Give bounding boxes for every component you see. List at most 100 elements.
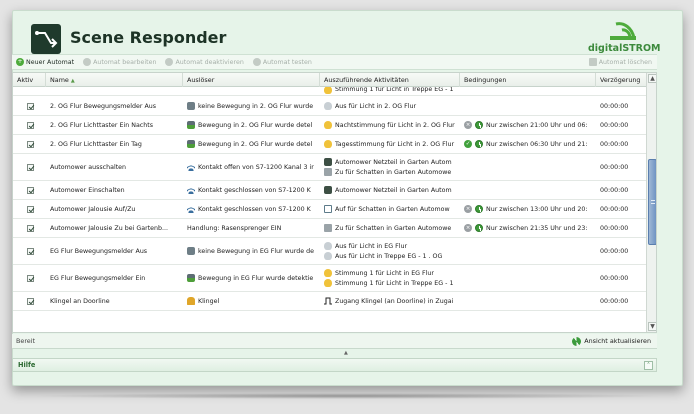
table-row[interactable]: Klingel an Doorline Klingel Zugang Klingel… — [13, 292, 646, 311]
action-text: Stimmung 1 für Licht in EG Flur — [335, 269, 435, 277]
action-line: Automower Netzteil in Garten Autom — [324, 186, 452, 194]
pulse-icon — [324, 297, 332, 305]
active-checkbox[interactable] — [27, 224, 34, 232]
scroll-down-arrow-icon[interactable]: ▼ — [648, 322, 656, 331]
delete-automat-button[interactable]: Automat löschen — [585, 55, 657, 69]
deactivate-automat-label: Automat deaktivieren — [175, 58, 244, 66]
action-line: Automower Netzteil in Garten Autom — [324, 158, 452, 166]
deactivate-automat-button[interactable]: Automat deaktivieren — [161, 55, 248, 69]
active-checkbox[interactable] — [27, 140, 34, 148]
conditions-cell — [460, 265, 596, 291]
splitter-handle-icon[interactable]: ▲ — [344, 350, 348, 356]
active-checkbox[interactable] — [27, 297, 34, 305]
name-cell: Automower Einschalten — [46, 181, 183, 199]
automat-name: Automower Jalousie Zu bei Gartenb... — [50, 224, 169, 232]
active-checkbox[interactable] — [27, 121, 34, 129]
aktiv-cell — [13, 200, 46, 218]
column-header-name[interactable]: Name ▲ — [46, 73, 183, 87]
action-text: Zu für Schatten in Garten Automowe — [335, 224, 452, 232]
active-checkbox[interactable] — [27, 186, 34, 194]
bulb-icon — [324, 87, 332, 94]
automat-table: Aktiv Name ▲ Auslöser Auszuführende Aktiv… — [12, 72, 657, 333]
sensor-icon — [187, 186, 195, 194]
actions-cell: Nachtstimmung für Licht in 2. OG Flur — [320, 116, 460, 134]
action-line: Zu für Schatten in Garten Automowe — [324, 224, 451, 232]
scrollbar-thumb[interactable] — [648, 159, 656, 245]
column-header-delay[interactable]: Verzögerung — [596, 73, 646, 87]
automat-name: Automower Einschalten — [50, 186, 125, 194]
delete-automat-label: Automat löschen — [598, 58, 652, 66]
bulb-icon — [324, 269, 332, 277]
expand-help-icon[interactable]: ⌃ — [644, 360, 653, 370]
trigger-cell: keine Bewegung in 2. OG Flur wurde — [183, 97, 320, 115]
name-cell: EG Flur Bewegungsmelder Ein — [46, 265, 183, 291]
action-text: Aus für Licht in Treppe EG - 1 . OG — [335, 252, 443, 260]
help-panel[interactable]: Hilfe ⌃ — [12, 358, 657, 372]
bulb-off-icon — [324, 242, 332, 250]
active-checkbox[interactable] — [27, 247, 34, 255]
table-row[interactable]: Automower ausschalten Kontakt offen von S… — [13, 154, 646, 181]
column-header-trigger[interactable]: Auslöser — [183, 73, 320, 87]
test-automat-button[interactable]: Automat testen — [249, 55, 317, 69]
action-text: Zu für Schatten in Garten Automowe — [335, 168, 452, 176]
table-row[interactable]: Automower Jalousie Zu bei Gartenb... Hand… — [13, 219, 646, 238]
column-header-aktiv[interactable]: Aktiv — [13, 73, 46, 87]
active-checkbox[interactable] — [27, 205, 34, 213]
action-line: Stimmung 1 für Licht in Treppe EG - 1 — [324, 87, 453, 94]
active-checkbox[interactable] — [27, 102, 34, 110]
actions-cell: Stimmung 1 für Licht in Treppe EG - 1 — [320, 87, 460, 95]
action-text: Automower Netzteil in Garten Autom — [335, 186, 452, 194]
new-automat-button[interactable]: + Neuer Automat — [12, 55, 79, 69]
delay-cell: 00:00:00 — [596, 292, 646, 310]
scrollbar-grip-icon — [651, 200, 655, 204]
action-text: Automower Netzteil in Garten Autom — [335, 158, 452, 166]
automat-name: 2. OG Flur Bewegungsmelder Aus — [50, 102, 157, 110]
help-title: Hilfe — [18, 361, 36, 369]
trigger-cell: Bewegung in 2. OG Flur wurde detel — [183, 116, 320, 134]
vertical-scrollbar[interactable]: ▲ ▼ — [646, 73, 656, 332]
active-checkbox[interactable] — [27, 274, 34, 282]
trigger-text: Handlung: Rasensprenger EIN — [187, 224, 282, 232]
actions-cell: Zugang Klingel (an Doorline) in Zugai — [320, 292, 460, 310]
name-cell: Automower ausschalten — [46, 154, 183, 180]
condition-text: Nur zwischen 06:30 Uhr und 21: — [486, 140, 588, 148]
column-header-conditions[interactable]: Bedingungen — [460, 73, 596, 87]
condition-text: Nur zwischen 13:00 Uhr und 20: — [486, 205, 588, 213]
grey-icon — [324, 224, 332, 232]
active-checkbox[interactable] — [27, 163, 34, 171]
plug-icon — [324, 186, 332, 194]
refresh-icon — [572, 336, 582, 346]
action-line: Tagesstimmung für Licht in 2. OG Flur — [324, 140, 454, 148]
trigger-cell: Kontakt geschlossen von S7-1200 K — [183, 181, 320, 199]
aktiv-cell — [13, 97, 46, 115]
condition-x-icon: × — [464, 224, 472, 232]
table-row[interactable]: Automower Jalousie Auf/Zu Kontakt geschlo… — [13, 200, 646, 219]
delay-text: 00:00:00 — [600, 205, 629, 213]
column-header-actions[interactable]: Auszuführende Aktivitäten — [320, 73, 460, 87]
table-row[interactable]: 2. OG Flur Lichttaster Ein Nachts Bewegun… — [13, 116, 646, 135]
app-title: Scene Responder — [70, 28, 227, 47]
action-line: Stimmung 1 für Licht in EG Flur — [324, 269, 434, 277]
delay-cell: 00:00:00 — [596, 200, 646, 218]
aktiv-cell — [13, 181, 46, 199]
table-row[interactable]: EG Flur Bewegungsmelder Aus keine Bewegun… — [13, 238, 646, 265]
trigger-cell: Klingel — [183, 292, 320, 310]
aktiv-cell — [13, 116, 46, 134]
refresh-view-button[interactable]: Ansicht aktualisieren — [572, 336, 657, 346]
table-row[interactable]: Automower Einschalten Kontakt geschlossen… — [13, 181, 646, 200]
delay-text: 00:00:00 — [600, 102, 629, 110]
aktiv-cell — [13, 292, 46, 310]
scroll-up-arrow-icon[interactable]: ▲ — [648, 74, 656, 83]
aktiv-cell — [13, 135, 46, 153]
table-row[interactable]: EG Flur Bewegungsmelder Ein Bewegung in E… — [13, 265, 646, 292]
table-row-partial[interactable]: Stimmung 1 für Licht in Treppe EG - 1 — [13, 87, 646, 96]
actions-cell: Automower Netzteil in Garten Autom — [320, 181, 460, 199]
delay-cell: 00:00:00 — [596, 265, 646, 291]
delay-text: 00:00:00 — [600, 224, 629, 232]
edit-automat-button[interactable]: Automat bearbeiten — [79, 55, 161, 69]
table-row[interactable]: 2. OG Flur Lichttaster Ein Tag Bewegung i… — [13, 135, 646, 154]
aktiv-cell — [13, 238, 46, 264]
table-row[interactable]: 2. OG Flur Bewegungsmelder Aus keine Bewe… — [13, 97, 646, 116]
delay-text: 00:00:00 — [600, 274, 629, 282]
conditions-cell: × Nur zwischen 13:00 Uhr und 20: — [460, 200, 596, 218]
